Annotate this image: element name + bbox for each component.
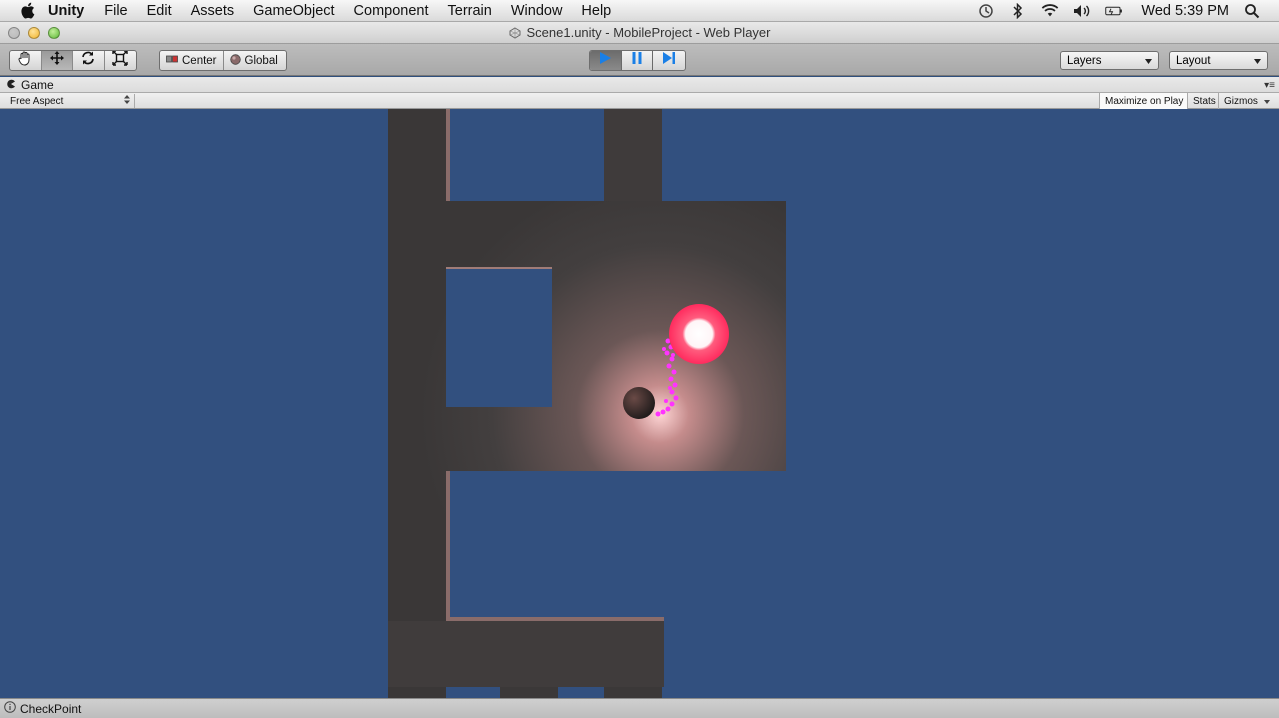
window-minimize-button[interactable] (28, 27, 40, 39)
stats-label: Stats (1193, 95, 1216, 107)
window-title: Scene1.unity - MobileProject - Web Playe… (526, 25, 771, 40)
battery-icon[interactable] (1105, 3, 1123, 19)
game-viewport[interactable] (0, 109, 1279, 698)
menu-window[interactable]: Window (511, 3, 563, 19)
unity-document-icon (509, 26, 521, 39)
menu-component[interactable]: Component (354, 3, 429, 19)
rotate-icon (80, 51, 96, 70)
window-controls (8, 27, 60, 39)
scale-icon (112, 51, 128, 70)
layers-dropdown[interactable]: Layers (1060, 51, 1159, 70)
apple-icon[interactable] (18, 2, 36, 20)
panel-menu-icon[interactable]: ▾≡ (1264, 80, 1275, 91)
dropdown-arrow-icon (1254, 55, 1261, 67)
pause-icon (631, 51, 643, 70)
play-icon (598, 51, 612, 70)
move-tool-button[interactable] (41, 51, 73, 70)
transform-tools (9, 50, 137, 71)
stats-toggle[interactable]: Stats (1187, 93, 1221, 109)
step-button[interactable] (653, 51, 685, 70)
aspect-ratio-dropdown[interactable]: Free Aspect (6, 94, 135, 108)
menu-help[interactable]: Help (581, 3, 611, 19)
player-ball (623, 387, 655, 419)
pivot-global-label: Global (244, 54, 278, 67)
wall-bottom-stub (500, 687, 558, 698)
maximize-on-play-toggle[interactable]: Maximize on Play (1099, 93, 1189, 109)
hand-tool-button[interactable] (10, 51, 42, 70)
unity-toolbar: Center Global Layers Layout (0, 44, 1279, 76)
window-zoom-button[interactable] (48, 27, 60, 39)
menubar-clock[interactable]: Wed 5:39 PM (1141, 3, 1229, 19)
pacman-game-icon (6, 78, 16, 92)
dropdown-arrow-icon (1145, 55, 1152, 67)
dropdown-arrow-icon (1263, 96, 1270, 107)
play-button[interactable] (590, 51, 622, 70)
updown-arrow-icon (124, 95, 130, 107)
menu-app-name[interactable]: Unity (48, 3, 84, 19)
wall-edge (446, 109, 450, 201)
globe-icon (229, 53, 241, 68)
pivot-controls: Center Global (159, 50, 287, 71)
menu-assets[interactable]: Assets (191, 3, 235, 19)
bluetooth-icon[interactable] (1009, 2, 1027, 19)
wall-bottom-horizontal (388, 621, 664, 687)
wall-bottom-stub (604, 687, 662, 698)
info-icon (4, 701, 16, 716)
pivot-center-toggle[interactable]: Center (160, 51, 224, 70)
maximize-on-play-label: Maximize on Play (1105, 95, 1184, 107)
wall-edge (450, 617, 664, 621)
step-forward-icon (662, 51, 676, 70)
mac-menu-bar: Unity File Edit Assets GameObject Compon… (0, 0, 1279, 22)
pivot-center-label: Center (182, 54, 217, 67)
layout-dropdown[interactable]: Layout (1169, 51, 1268, 70)
gizmos-dropdown[interactable]: Gizmos (1218, 93, 1275, 109)
pivot-center-icon (166, 54, 178, 67)
spotlight-search-icon[interactable] (1243, 3, 1261, 19)
hand-icon (17, 51, 33, 70)
checkpoint-orb (669, 304, 729, 364)
rotate-tool-button[interactable] (73, 51, 105, 70)
aspect-label: Free Aspect (10, 95, 64, 107)
scale-tool-button[interactable] (105, 51, 136, 70)
wall-edge (446, 267, 552, 269)
window-title-bar: Scene1.unity - MobileProject - Web Playe… (0, 22, 1279, 44)
wall-left-vertical (388, 109, 446, 698)
pivot-global-toggle[interactable]: Global (224, 51, 284, 70)
wifi-icon[interactable] (1041, 3, 1059, 19)
time-machine-icon[interactable] (977, 3, 995, 19)
game-view-controls: Free Aspect Maximize on Play Stats Gizmo… (0, 93, 1279, 109)
pause-button[interactable] (622, 51, 654, 70)
wall-middle-horizontal (388, 407, 664, 471)
game-scene (388, 109, 786, 698)
game-panel-tab-bar: Game ▾≡ (0, 77, 1279, 93)
menu-edit[interactable]: Edit (147, 3, 172, 19)
move-arrows-icon (49, 51, 65, 70)
menu-terrain[interactable]: Terrain (448, 3, 492, 19)
wall-edge (446, 471, 450, 621)
menu-gameobject[interactable]: GameObject (253, 3, 334, 19)
layers-dropdown-label: Layers (1067, 54, 1102, 67)
tab-game[interactable]: Game (6, 78, 54, 92)
wall-top-stub (604, 109, 662, 201)
status-bar: CheckPoint (0, 698, 1279, 718)
volume-icon[interactable] (1073, 3, 1091, 19)
playback-controls (589, 50, 686, 71)
window-close-button[interactable] (8, 27, 20, 39)
menu-file[interactable]: File (104, 3, 127, 19)
gizmos-label: Gizmos (1224, 95, 1258, 107)
layout-dropdown-label: Layout (1176, 54, 1211, 67)
status-message[interactable]: CheckPoint (20, 702, 81, 716)
game-tab-label: Game (21, 78, 54, 92)
